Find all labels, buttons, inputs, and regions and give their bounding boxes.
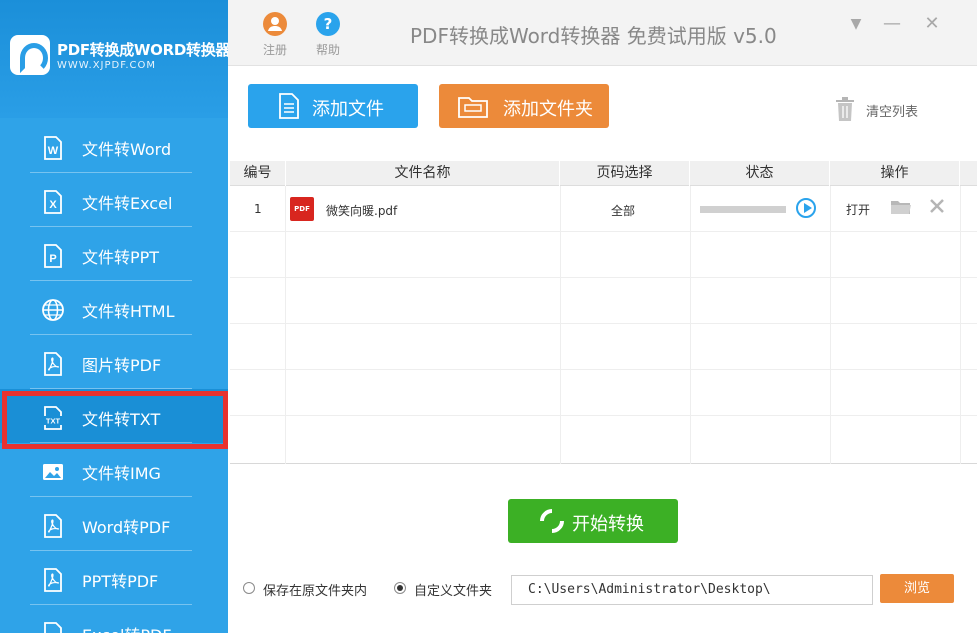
- sidebar-item-img-to-pdf[interactable]: 图片转PDF: [0, 335, 228, 389]
- sidebar-item-word[interactable]: W 文件转Word: [0, 119, 228, 173]
- start-conversion-button[interactable]: 开始转换: [508, 499, 678, 543]
- output-path-field[interactable]: C:\Users\Administrator\Desktop\: [511, 575, 873, 605]
- svg-text:W: W: [48, 145, 59, 157]
- clear-list-label: 清空列表: [866, 105, 919, 120]
- table-row: [230, 278, 977, 324]
- sidebar: PDF转换成WORD转换器 WWW.XJPDF.COM W 文件转Word X …: [0, 0, 228, 633]
- table-header: 编号 文件名称 页码选择 状态 操作: [230, 161, 977, 186]
- folder-icon: [458, 97, 488, 118]
- custom-folder-radio[interactable]: [394, 582, 406, 594]
- logo-area: PDF转换成WORD转换器 WWW.XJPDF.COM: [0, 0, 228, 118]
- add-file-button[interactable]: 添加文件: [248, 84, 418, 128]
- header-actions: 操作: [830, 161, 960, 186]
- add-folder-label: 添加文件夹: [503, 99, 593, 120]
- table-row: [230, 370, 977, 416]
- close-button[interactable]: ✕: [922, 14, 942, 34]
- sidebar-item-excel[interactable]: X 文件转Excel: [0, 173, 228, 227]
- sidebar-item-label: 图片转PDF: [82, 356, 162, 375]
- row-index: 1: [254, 202, 262, 216]
- help-label: 帮助: [315, 43, 340, 57]
- trash-icon: [836, 97, 854, 121]
- sidebar-item-excel-to-pdf[interactable]: Excel转PDF: [0, 605, 228, 633]
- remove-row-icon[interactable]: [929, 198, 945, 214]
- add-folder-button[interactable]: 添加文件夹: [439, 84, 609, 128]
- sidebar-item-label: 文件转HTML: [82, 302, 175, 321]
- header-pages: 页码选择: [560, 161, 690, 186]
- sidebar-item-label: 文件转TXT: [82, 410, 161, 429]
- sidebar-item-label: 文件转Word: [82, 140, 172, 159]
- svg-text:X: X: [49, 199, 57, 211]
- sidebar-item-label: 文件转PPT: [82, 248, 160, 267]
- pdf-file-icon: [44, 568, 62, 592]
- image-icon: [43, 464, 63, 480]
- file-table: 编号 文件名称 页码选择 状态 操作 1 PDF 微笑向暖.pdf 全部 打开: [230, 161, 977, 464]
- sidebar-item-txt[interactable]: TXT 文件转TXT: [0, 389, 228, 449]
- menu-dropdown-icon[interactable]: ▼: [846, 14, 866, 34]
- table-row[interactable]: 1 PDF 微笑向暖.pdf 全部 打开: [230, 186, 977, 232]
- conversion-progress-bar: [700, 206, 786, 213]
- sidebar-item-label: 文件转IMG: [82, 464, 161, 483]
- help-button[interactable]: ? 帮助: [308, 12, 348, 60]
- user-register-icon: [263, 12, 287, 36]
- header-filename: 文件名称: [286, 161, 560, 186]
- row-filename: 微笑向暖.pdf: [326, 204, 398, 218]
- save-original-label: 保存在原文件夹内: [263, 584, 368, 599]
- sidebar-item-ppt[interactable]: P 文件转PPT: [0, 227, 228, 281]
- txt-file-icon: TXT: [42, 406, 64, 430]
- title-bar: 注册 ? 帮助 PDF转换成Word转换器 免费试用版 v5.0 ▼ — ✕: [228, 0, 977, 66]
- add-file-label: 添加文件: [312, 99, 384, 120]
- sidebar-item-html[interactable]: 文件转HTML: [0, 281, 228, 335]
- help-icon: ?: [316, 12, 340, 36]
- sidebar-item-label: Excel转PDF: [82, 622, 172, 633]
- open-file-link[interactable]: 打开: [846, 201, 870, 218]
- app-logo-icon: [10, 35, 50, 75]
- play-icon[interactable]: [796, 198, 816, 218]
- pdf-file-icon: [44, 514, 62, 538]
- sidebar-item-ppt-to-pdf[interactable]: PPT转PDF: [0, 551, 228, 605]
- header-status: 状态: [690, 161, 830, 186]
- svg-text:TXT: TXT: [46, 417, 61, 426]
- svg-text:P: P: [49, 253, 56, 265]
- table-row: [230, 232, 977, 278]
- word-file-icon: W: [44, 136, 62, 160]
- header-index: 编号: [230, 161, 286, 186]
- logo-title: PDF转换成WORD转换器: [57, 41, 228, 59]
- sidebar-item-label: PPT转PDF: [82, 572, 159, 591]
- custom-folder-label: 自定义文件夹: [414, 584, 493, 599]
- start-conversion-label: 开始转换: [572, 514, 644, 535]
- register-label: 注册: [262, 43, 287, 57]
- sidebar-item-label: 文件转Excel: [82, 194, 173, 213]
- logo-website: WWW.XJPDF.COM: [57, 60, 157, 71]
- window-title: PDF转换成Word转换器 免费试用版 v5.0: [410, 24, 777, 48]
- globe-icon: [42, 299, 64, 321]
- row-pages[interactable]: 全部: [611, 202, 635, 219]
- excel-file-icon: X: [44, 190, 62, 214]
- ppt-file-icon: P: [44, 244, 62, 268]
- sidebar-item-word-to-pdf[interactable]: Word转PDF: [0, 497, 228, 551]
- document-icon: [279, 93, 299, 119]
- table-row: [230, 324, 977, 370]
- register-button[interactable]: 注册: [255, 12, 295, 60]
- open-folder-icon[interactable]: [890, 198, 912, 216]
- browse-button[interactable]: 浏览: [880, 574, 954, 603]
- save-original-radio[interactable]: [243, 582, 255, 594]
- sidebar-item-img[interactable]: 文件转IMG: [0, 443, 228, 497]
- pdf-file-icon: PDF: [290, 197, 314, 221]
- refresh-icon: [535, 504, 569, 538]
- minimize-button[interactable]: —: [882, 14, 902, 34]
- pdf-file-icon: [44, 622, 62, 633]
- sidebar-item-label: Word转PDF: [82, 518, 171, 537]
- pdf-file-icon: [44, 352, 62, 376]
